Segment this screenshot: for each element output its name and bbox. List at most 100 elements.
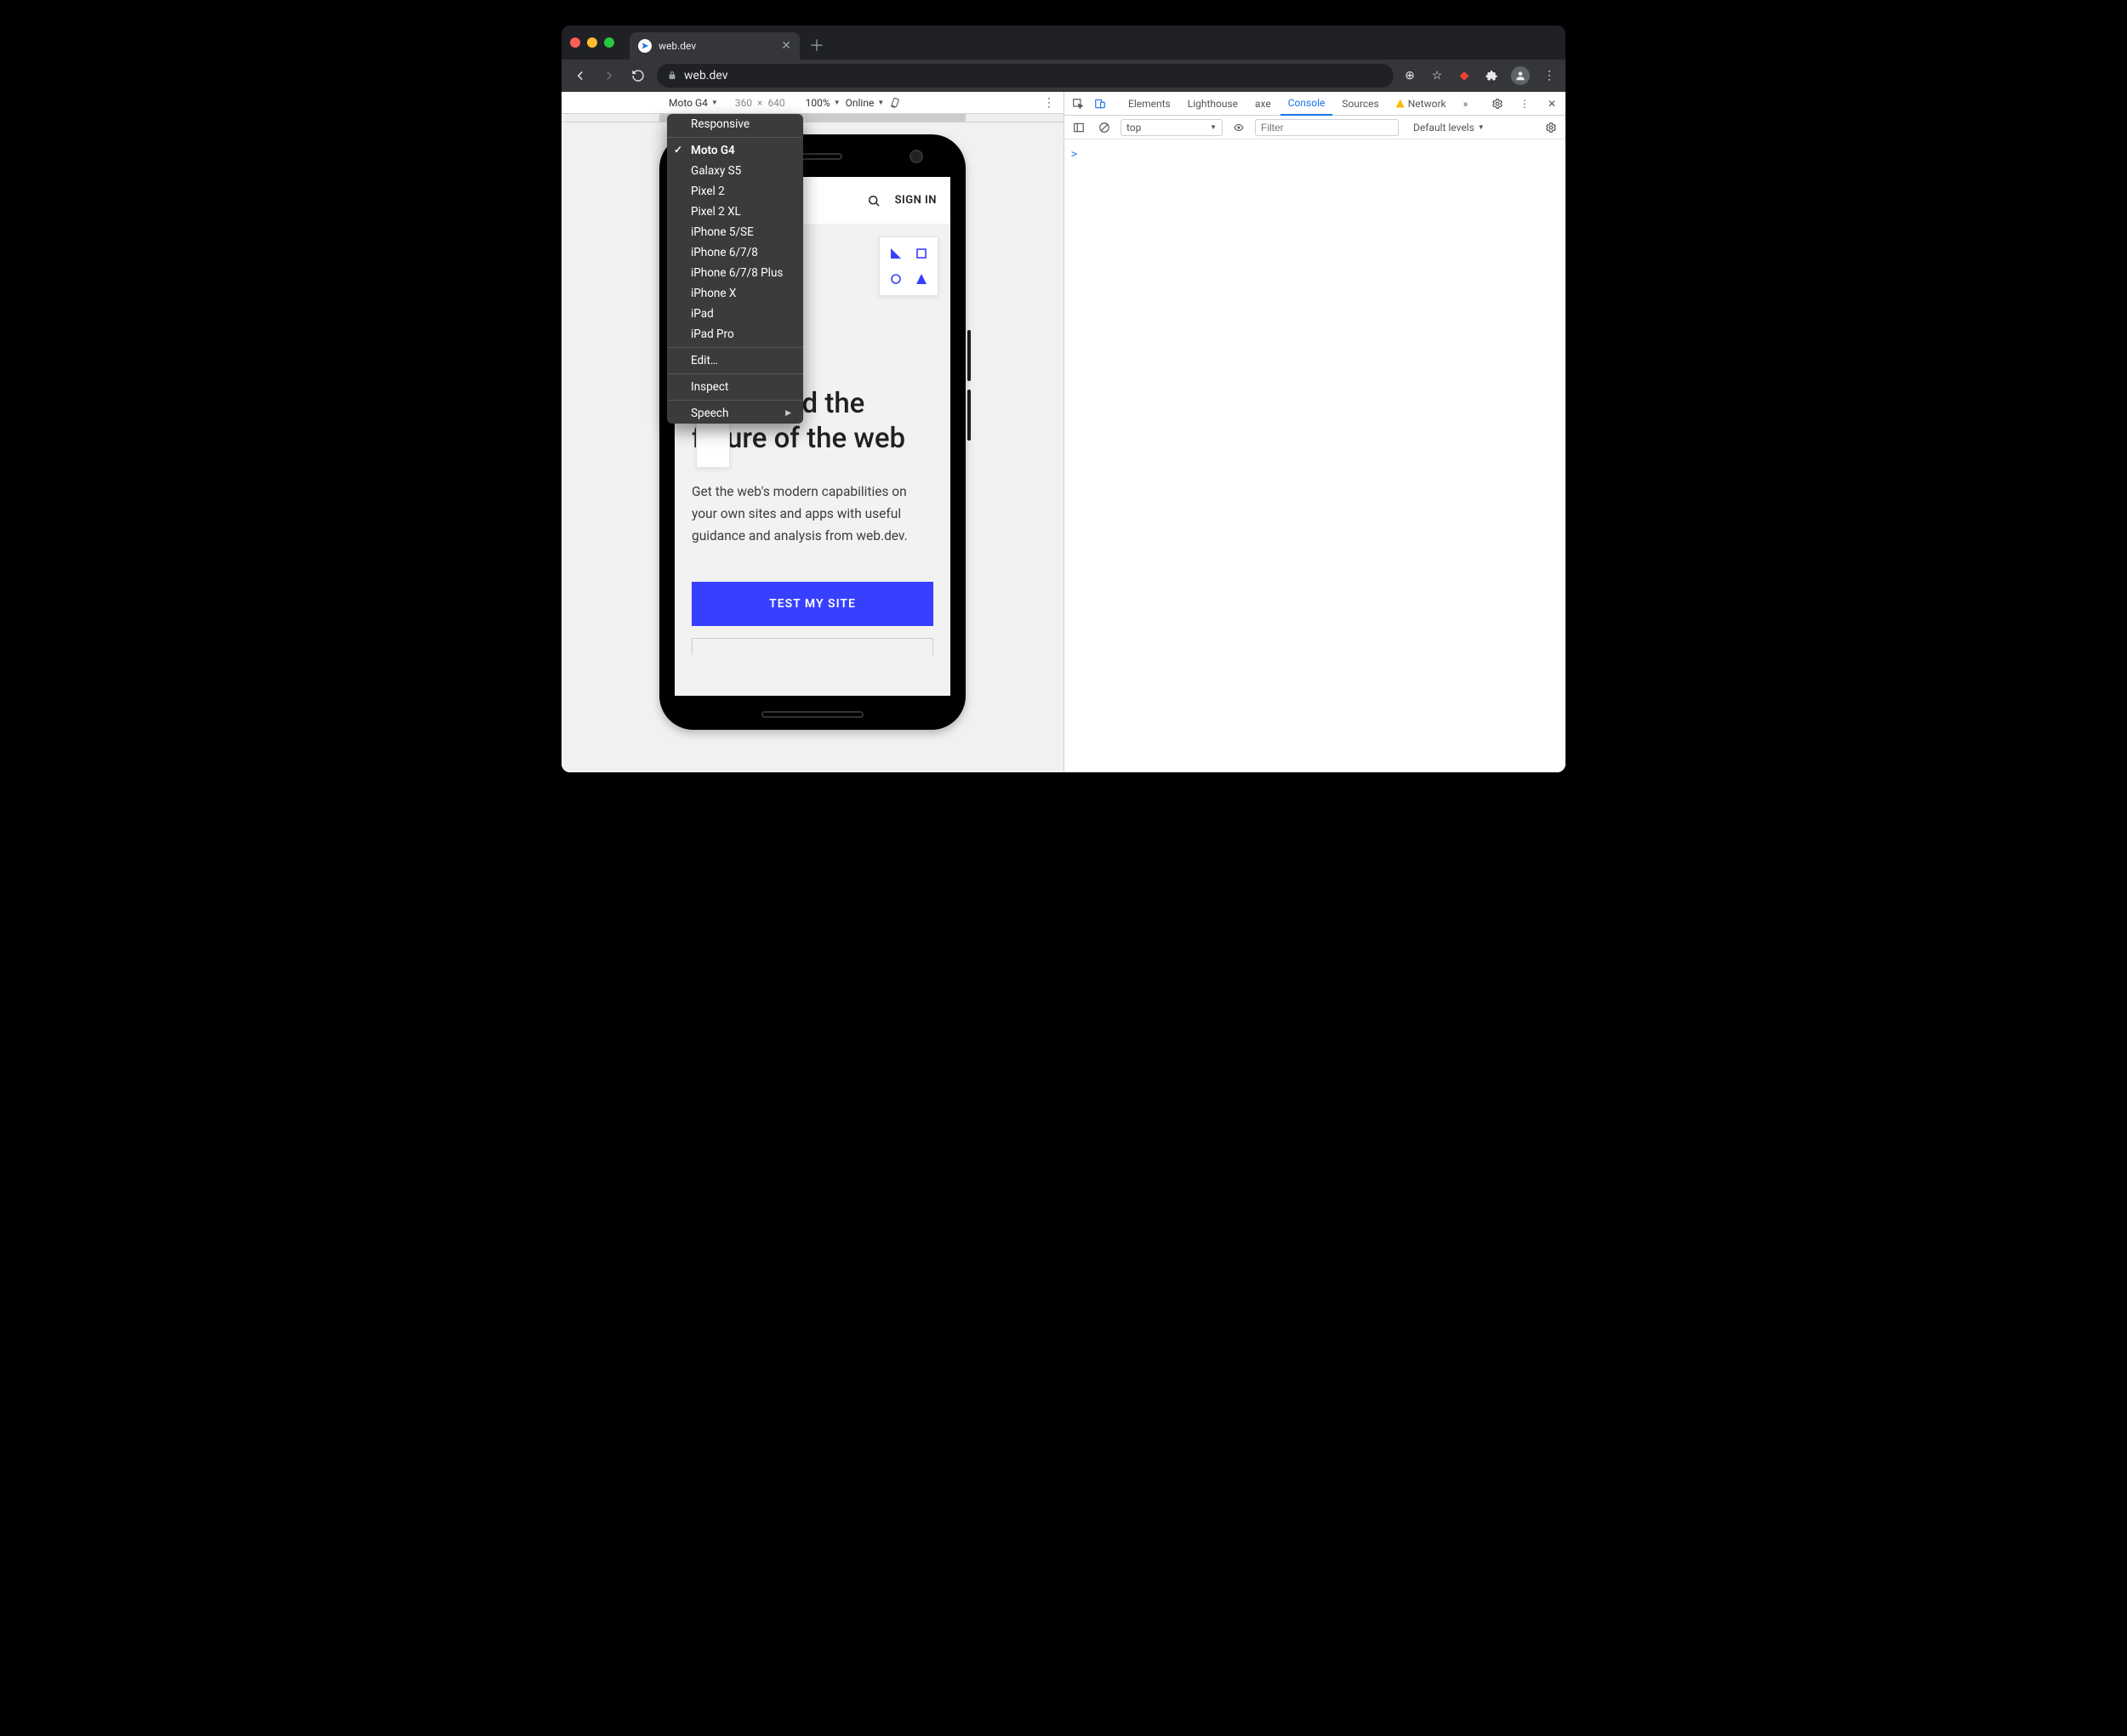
phone-camera-icon	[910, 150, 923, 163]
browser-window: ➤ web.dev ✕ ＋ web.dev ⊕ ☆ ◆	[562, 26, 1565, 772]
levels-label: Default levels	[1413, 122, 1474, 134]
device-menu-edit[interactable]: Edit…	[667, 350, 803, 371]
sign-in-button[interactable]: SIGN IN	[895, 194, 937, 207]
warning-icon	[1396, 100, 1405, 108]
device-menu-item[interactable]: iPhone 5/SE	[667, 222, 803, 242]
console-toolbar: top ▼ Default levels ▼	[1064, 116, 1565, 139]
console-settings-icon[interactable]	[1542, 122, 1560, 134]
device-select-label: Moto G4	[669, 97, 708, 109]
device-menu-responsive[interactable]: Responsive	[667, 114, 803, 134]
profile-avatar-icon[interactable]	[1511, 66, 1530, 85]
minimize-window-button[interactable]	[587, 37, 597, 48]
extension-icon-1[interactable]: ◆	[1457, 68, 1472, 83]
browser-tab[interactable]: ➤ web.dev ✕	[630, 32, 800, 60]
devtools-tab-network[interactable]: Network	[1389, 92, 1454, 116]
back-button[interactable]	[570, 65, 590, 86]
devtools-menu-icon[interactable]: ⋮	[1514, 94, 1535, 114]
maximize-window-button[interactable]	[604, 37, 614, 48]
chevron-down-icon: ▼	[877, 99, 884, 106]
devtools-tab-lighthouse[interactable]: Lighthouse	[1180, 92, 1246, 116]
test-my-site-button[interactable]: TEST MY SITE	[692, 582, 933, 626]
toggle-device-icon[interactable]	[1090, 94, 1110, 114]
add-to-icon[interactable]: ⊕	[1402, 68, 1417, 83]
console-output[interactable]: >	[1064, 139, 1565, 772]
device-emulation-pane: Moto G4 ▼ 360 × 640 100% ▼ Online ▼	[562, 92, 1064, 772]
shape-triangle-up-icon	[912, 270, 931, 288]
chevron-down-icon: ▼	[711, 99, 718, 106]
devtools-tabbar: Elements Lighthouse axe Console Sources …	[1064, 92, 1565, 116]
device-toolbar-menu-icon[interactable]: ⋮	[1043, 96, 1055, 110]
bookmark-star-icon[interactable]: ☆	[1429, 68, 1445, 83]
address-bar[interactable]: web.dev	[657, 64, 1394, 88]
phone-side-button	[967, 390, 971, 441]
favicon-icon: ➤	[638, 39, 652, 53]
rotate-icon[interactable]	[889, 97, 901, 109]
viewport-height[interactable]: 640	[767, 97, 784, 109]
devtools-close-icon[interactable]: ✕	[1542, 94, 1562, 114]
chevron-down-icon: ▼	[834, 99, 841, 106]
device-frame-wrap: SIGN IN Let's build the future of the we…	[562, 122, 1064, 730]
device-menu-inspect[interactable]: Inspect	[667, 377, 803, 397]
device-menu-item[interactable]: iPhone 6/7/8 Plus	[667, 263, 803, 283]
zoom-select[interactable]: 100% ▼	[806, 97, 841, 109]
devtools-tab-sources[interactable]: Sources	[1334, 92, 1386, 116]
log-levels-select[interactable]: Default levels ▼	[1409, 121, 1489, 134]
throttling-label: Online	[846, 97, 875, 109]
search-icon[interactable]	[866, 193, 881, 208]
shape-circle-icon	[887, 270, 905, 288]
live-expression-icon[interactable]	[1229, 122, 1248, 133]
url-text: web.dev	[684, 69, 728, 83]
devtools-tab-axe[interactable]: axe	[1247, 92, 1279, 116]
chevron-down-icon: ▼	[1478, 123, 1485, 131]
window-controls	[570, 37, 614, 48]
device-toolbar: Moto G4 ▼ 360 × 640 100% ▼ Online ▼	[562, 92, 1064, 114]
execution-context-select[interactable]: top ▼	[1121, 119, 1223, 136]
device-menu-item[interactable]: iPhone 6/7/8	[667, 242, 803, 263]
viewport-ruler	[562, 114, 1064, 122]
shape-triangle-icon	[887, 244, 905, 263]
menu-separator	[667, 347, 803, 348]
device-menu-item[interactable]: Pixel 2	[667, 181, 803, 202]
devtools-more-tabs[interactable]: »	[1456, 92, 1476, 116]
devtools-tab-console[interactable]: Console	[1280, 92, 1333, 116]
device-menu-item[interactable]: Galaxy S5	[667, 161, 803, 181]
device-select[interactable]: Moto G4 ▼	[669, 97, 718, 109]
extensions-icon[interactable]	[1484, 68, 1499, 83]
menu-separator	[667, 373, 803, 374]
device-menu: Responsive Moto G4 Galaxy S5 Pixel 2 Pix…	[667, 114, 803, 424]
content-area: Moto G4 ▼ 360 × 640 100% ▼ Online ▼	[562, 92, 1565, 772]
console-prompt-icon: >	[1071, 148, 1077, 160]
inspect-element-icon[interactable]	[1068, 94, 1088, 114]
chevron-down-icon: ▼	[1210, 123, 1217, 131]
browser-menu-icon[interactable]: ⋮	[1542, 68, 1557, 83]
console-sidebar-toggle-icon[interactable]	[1069, 122, 1088, 134]
device-menu-item[interactable]: iPad Pro	[667, 324, 803, 344]
phone-side-button	[967, 330, 971, 381]
throttling-select[interactable]: Online ▼	[846, 97, 885, 109]
menu-separator	[667, 137, 803, 138]
console-filter-input[interactable]	[1255, 119, 1399, 136]
clear-console-icon[interactable]	[1095, 122, 1114, 134]
device-menu-item[interactable]: Moto G4	[667, 140, 803, 161]
device-menu-item[interactable]: Pixel 2 XL	[667, 202, 803, 222]
devtools-settings-icon[interactable]	[1487, 94, 1508, 114]
hero-body: Get the web's modern capabilities on you…	[692, 481, 933, 548]
phone-home-icon	[761, 711, 864, 718]
close-tab-icon[interactable]: ✕	[781, 39, 791, 53]
tab-strip: ➤ web.dev ✕ ＋	[562, 26, 1565, 60]
device-menu-speech[interactable]: Speech	[667, 403, 803, 424]
forward-button[interactable]	[599, 65, 619, 86]
dimension-x-icon: ×	[757, 97, 762, 109]
devtools-tab-elements[interactable]: Elements	[1121, 92, 1178, 116]
zoom-label: 100%	[806, 97, 830, 109]
shapes-card	[879, 236, 938, 296]
devtools-pane: Elements Lighthouse axe Console Sources …	[1064, 92, 1565, 772]
new-tab-button[interactable]: ＋	[805, 33, 829, 57]
reload-button[interactable]	[628, 65, 648, 86]
close-window-button[interactable]	[570, 37, 580, 48]
viewport-width[interactable]: 360	[735, 97, 752, 109]
device-menu-item[interactable]: iPhone X	[667, 283, 803, 304]
device-menu-item[interactable]: iPad	[667, 304, 803, 324]
context-label: top	[1126, 122, 1141, 134]
tab-title: web.dev	[659, 40, 774, 52]
